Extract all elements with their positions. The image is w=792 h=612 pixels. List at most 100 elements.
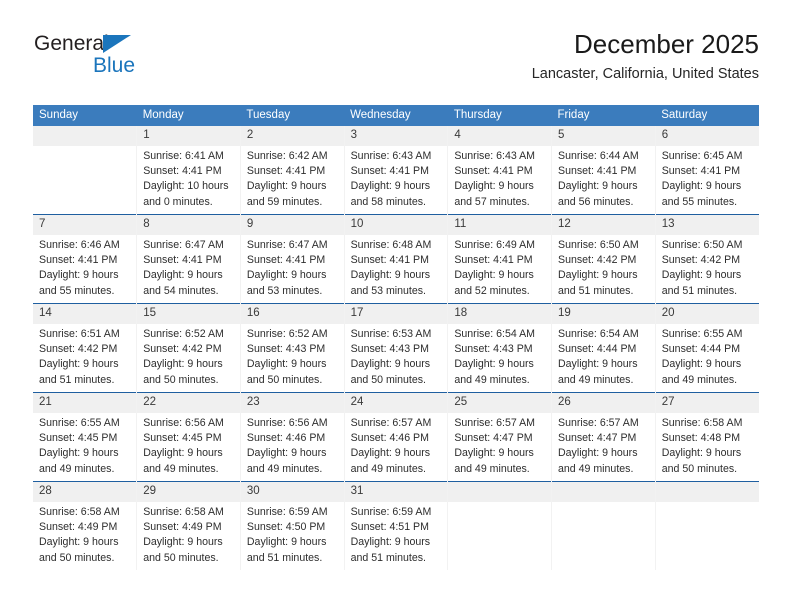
sunrise-text: Sunrise: 6:52 AM <box>246 328 328 340</box>
sunrise-text: Sunrise: 6:50 AM <box>661 239 743 251</box>
calendar-day-cell[interactable]: 28 Sunrise: 6:58 AM Sunset: 4:49 PM Dayl… <box>33 481 137 570</box>
sunrise-text: Sunrise: 6:52 AM <box>143 328 224 340</box>
calendar-day-cell[interactable]: 4 Sunrise: 6:43 AM Sunset: 4:41 PM Dayli… <box>447 126 552 215</box>
calendar-day-cell[interactable]: 24 Sunrise: 6:57 AM Sunset: 4:46 PM Dayl… <box>343 392 448 482</box>
calendar-day-cell[interactable]: 23 Sunrise: 6:56 AM Sunset: 4:46 PM Dayl… <box>239 392 345 482</box>
sunset-text: Sunset: 4:43 PM <box>350 343 429 356</box>
sunrise-text: Sunrise: 6:58 AM <box>661 417 743 429</box>
calendar-day-cell[interactable]: 6 Sunrise: 6:45 AM Sunset: 4:41 PM Dayli… <box>654 126 759 215</box>
day-number: 9 <box>241 215 344 235</box>
day-number: 17 <box>345 304 448 324</box>
weekday-header-wednesday: Wednesday <box>344 105 448 126</box>
daylight-text-line2: and 59 minutes. <box>246 195 323 208</box>
day-number: 16 <box>241 304 344 324</box>
calendar-day-cell[interactable]: 25 Sunrise: 6:57 AM Sunset: 4:47 PM Dayl… <box>447 392 552 482</box>
sunrise-text: Sunrise: 6:57 AM <box>454 417 535 429</box>
sunset-text: Sunset: 4:47 PM <box>454 432 533 445</box>
weekday-header-monday: Monday <box>136 105 241 126</box>
day-details: Sunrise: 6:49 AM Sunset: 4:41 PM Dayligh… <box>449 235 551 299</box>
daylight-text-line1: Daylight: 9 hours <box>350 269 431 282</box>
day-number: 13 <box>656 215 759 235</box>
calendar-day-cell[interactable]: 31 Sunrise: 6:59 AM Sunset: 4:51 PM Dayl… <box>343 481 448 570</box>
calendar-day-cell[interactable]: 29 Sunrise: 6:58 AM Sunset: 4:49 PM Dayl… <box>136 481 241 570</box>
day-details: Sunrise: 6:50 AM Sunset: 4:42 PM Dayligh… <box>656 235 759 299</box>
calendar-day-cell[interactable]: 16 Sunrise: 6:52 AM Sunset: 4:43 PM Dayl… <box>239 303 345 393</box>
calendar-day-cell[interactable]: 20 Sunrise: 6:55 AM Sunset: 4:44 PM Dayl… <box>654 303 759 393</box>
calendar-day-cell[interactable]: 27 Sunrise: 6:58 AM Sunset: 4:48 PM Dayl… <box>654 392 759 482</box>
sunset-text: Sunset: 4:43 PM <box>246 343 326 356</box>
calendar-day-cell[interactable]: 22 Sunrise: 6:56 AM Sunset: 4:45 PM Dayl… <box>136 392 241 482</box>
calendar-day-cell[interactable] <box>551 481 656 570</box>
calendar-day-cell[interactable]: 15 Sunrise: 6:52 AM Sunset: 4:42 PM Dayl… <box>136 303 241 393</box>
daylight-text-line2: and 49 minutes. <box>661 373 738 386</box>
weekday-header-saturday: Saturday <box>655 105 759 126</box>
sunrise-text: Sunrise: 6:57 AM <box>558 417 639 429</box>
calendar-day-cell[interactable]: 19 Sunrise: 6:54 AM Sunset: 4:44 PM Dayl… <box>551 303 656 393</box>
calendar-day-cell[interactable]: 2 Sunrise: 6:42 AM Sunset: 4:41 PM Dayli… <box>239 126 345 215</box>
calendar-day-cell[interactable]: 26 Sunrise: 6:57 AM Sunset: 4:47 PM Dayl… <box>551 392 656 482</box>
day-number: 2 <box>241 126 344 146</box>
calendar-day-cell[interactable]: 5 Sunrise: 6:44 AM Sunset: 4:41 PM Dayli… <box>551 126 656 215</box>
logo-text-general: General <box>34 32 109 55</box>
calendar-day-cell[interactable] <box>447 481 552 570</box>
calendar-day-cell[interactable]: 11 Sunrise: 6:49 AM Sunset: 4:41 PM Dayl… <box>447 214 552 304</box>
sunset-text: Sunset: 4:41 PM <box>454 254 533 267</box>
calendar-page: General Blue December 2025 Lancaster, Ca… <box>0 0 792 612</box>
day-number: 4 <box>448 126 552 146</box>
calendar-day-cell[interactable]: 21 Sunrise: 6:55 AM Sunset: 4:45 PM Dayl… <box>33 392 137 482</box>
daylight-text-line2: and 56 minutes. <box>558 195 634 208</box>
sunrise-text: Sunrise: 6:48 AM <box>350 239 432 251</box>
sunrise-text: Sunrise: 6:55 AM <box>39 417 120 429</box>
day-details: Sunrise: 6:57 AM Sunset: 4:46 PM Dayligh… <box>345 413 447 477</box>
calendar-day-cell[interactable]: 3 Sunrise: 6:43 AM Sunset: 4:41 PM Dayli… <box>343 126 448 215</box>
sunrise-text: Sunrise: 6:42 AM <box>246 150 328 162</box>
calendar-day-cell[interactable]: 14 Sunrise: 6:51 AM Sunset: 4:42 PM Dayl… <box>33 303 137 393</box>
page-header: General Blue December 2025 Lancaster, Ca… <box>33 28 759 98</box>
sunset-text: Sunset: 4:42 PM <box>558 254 637 267</box>
daylight-text-line1: Daylight: 9 hours <box>246 358 327 371</box>
daylight-text-line2: and 49 minutes. <box>246 462 323 475</box>
day-number: 19 <box>552 304 655 324</box>
daylight-text-line1: Daylight: 9 hours <box>350 447 431 460</box>
day-details: Sunrise: 6:42 AM Sunset: 4:41 PM Dayligh… <box>241 146 343 210</box>
sunset-text: Sunset: 4:41 PM <box>246 165 326 178</box>
sunrise-text: Sunrise: 6:45 AM <box>661 150 743 162</box>
day-number: 1 <box>137 126 240 146</box>
day-number: 7 <box>33 215 137 235</box>
calendar-day-cell[interactable] <box>33 126 137 215</box>
calendar-day-cell[interactable]: 12 Sunrise: 6:50 AM Sunset: 4:42 PM Dayl… <box>551 214 656 304</box>
calendar-day-cell[interactable]: 9 Sunrise: 6:47 AM Sunset: 4:41 PM Dayli… <box>239 214 345 304</box>
day-details: Sunrise: 6:41 AM Sunset: 4:41 PM Dayligh… <box>138 146 240 210</box>
sunset-text: Sunset: 4:46 PM <box>350 432 429 445</box>
sunset-text: Sunset: 4:41 PM <box>350 254 429 267</box>
day-details: Sunrise: 6:52 AM Sunset: 4:43 PM Dayligh… <box>241 324 343 388</box>
day-details: Sunrise: 6:54 AM Sunset: 4:43 PM Dayligh… <box>449 324 551 388</box>
sunset-text: Sunset: 4:45 PM <box>39 432 118 445</box>
daylight-text-line1: Daylight: 9 hours <box>350 536 431 549</box>
daylight-text-line1: Daylight: 10 hours <box>143 180 229 193</box>
calendar-day-cell[interactable]: 18 Sunrise: 6:54 AM Sunset: 4:43 PM Dayl… <box>447 303 552 393</box>
day-details: Sunrise: 6:55 AM Sunset: 4:45 PM Dayligh… <box>33 413 136 477</box>
calendar-day-cell[interactable]: 13 Sunrise: 6:50 AM Sunset: 4:42 PM Dayl… <box>654 214 759 304</box>
day-number: 10 <box>345 215 448 235</box>
sunset-text: Sunset: 4:51 PM <box>350 521 429 534</box>
logo-text-blue: Blue <box>93 54 136 77</box>
calendar-week-row: 1 Sunrise: 6:41 AM Sunset: 4:41 PM Dayli… <box>33 126 759 215</box>
day-number: 6 <box>656 126 759 146</box>
day-details: Sunrise: 6:52 AM Sunset: 4:42 PM Dayligh… <box>138 324 240 388</box>
calendar-day-cell[interactable]: 10 Sunrise: 6:48 AM Sunset: 4:41 PM Dayl… <box>343 214 448 304</box>
daylight-text-line1: Daylight: 9 hours <box>454 180 534 193</box>
daylight-text-line2: and 51 minutes. <box>246 551 323 564</box>
general-blue-logo[interactable]: General Blue <box>33 32 233 88</box>
day-details: Sunrise: 6:43 AM Sunset: 4:41 PM Dayligh… <box>449 146 551 210</box>
calendar-day-cell[interactable] <box>654 481 759 570</box>
day-details: Sunrise: 6:57 AM Sunset: 4:47 PM Dayligh… <box>449 413 551 477</box>
calendar-day-cell[interactable]: 1 Sunrise: 6:41 AM Sunset: 4:41 PM Dayli… <box>136 126 241 215</box>
day-number <box>656 482 759 502</box>
daylight-text-line1: Daylight: 9 hours <box>246 269 327 282</box>
calendar-day-cell[interactable]: 8 Sunrise: 6:47 AM Sunset: 4:41 PM Dayli… <box>136 214 241 304</box>
calendar-week-row: 21 Sunrise: 6:55 AM Sunset: 4:45 PM Dayl… <box>33 392 759 482</box>
calendar-day-cell[interactable]: 17 Sunrise: 6:53 AM Sunset: 4:43 PM Dayl… <box>343 303 448 393</box>
calendar-day-cell[interactable]: 30 Sunrise: 6:59 AM Sunset: 4:50 PM Dayl… <box>239 481 345 570</box>
calendar-day-cell[interactable]: 7 Sunrise: 6:46 AM Sunset: 4:41 PM Dayli… <box>33 214 137 304</box>
